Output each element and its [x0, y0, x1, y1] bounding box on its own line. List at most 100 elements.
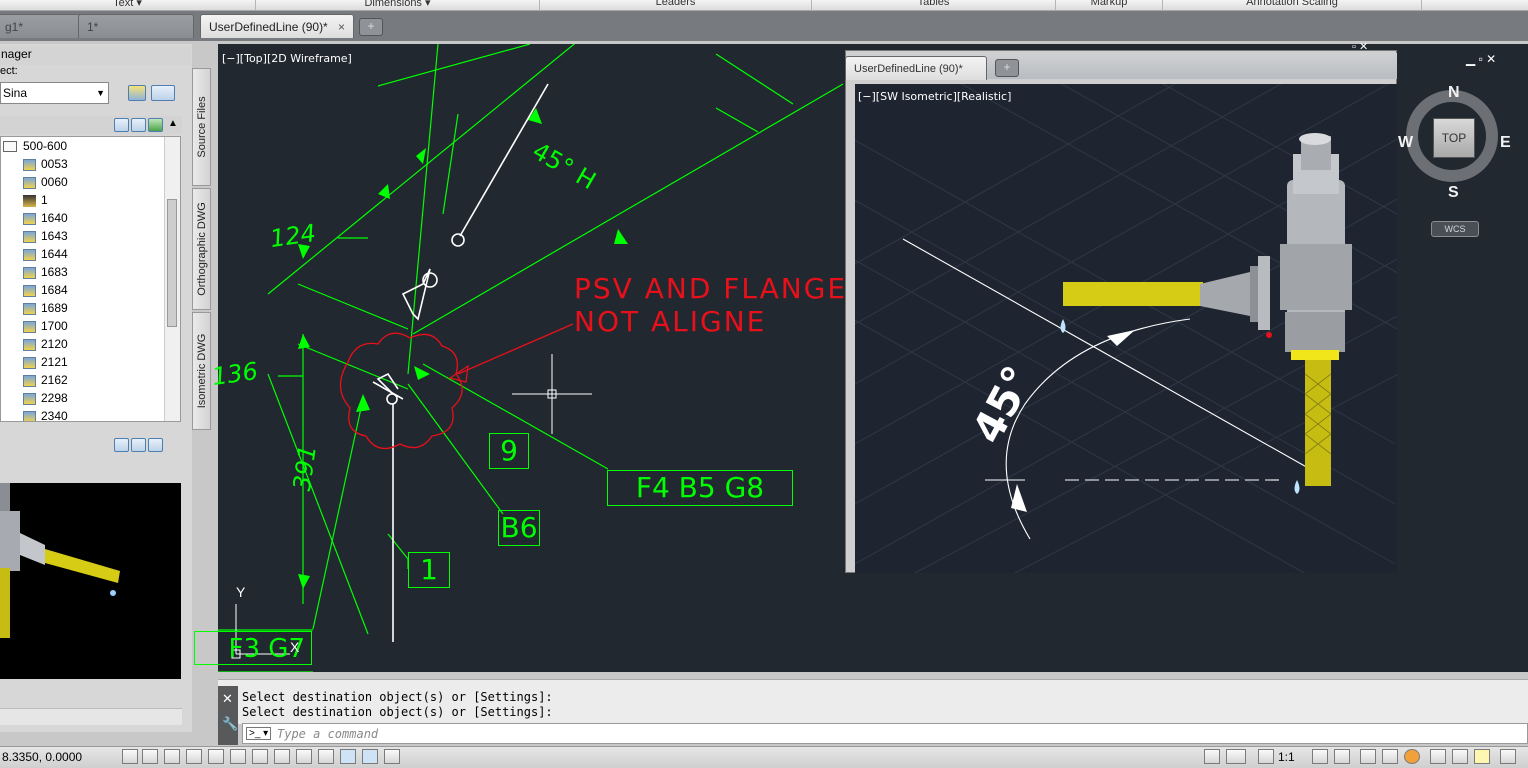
tree-item[interactable]: 1	[23, 191, 48, 209]
annotation-visibility-icon[interactable]	[1312, 749, 1328, 764]
preview-zoom-icon[interactable]	[131, 438, 146, 452]
lightbulb-icon[interactable]	[1474, 749, 1490, 764]
scrollbar-thumb[interactable]	[167, 199, 177, 327]
osnap-icon[interactable]	[230, 749, 246, 764]
dyn-icon[interactable]	[318, 749, 334, 764]
tree-item[interactable]: 1644	[23, 245, 68, 263]
quick-properties-icon[interactable]	[384, 749, 400, 764]
annotation-scale-icon[interactable]	[1258, 749, 1274, 764]
wrench-icon[interactable]: 🔧	[222, 716, 238, 732]
iso-file-tab[interactable]: UserDefinedLine (90)*	[845, 56, 987, 80]
tree-item[interactable]: 1683	[23, 263, 68, 281]
transparency-icon[interactable]	[362, 749, 378, 764]
project-tools-icon[interactable]	[151, 85, 175, 101]
preview-hscrollbar[interactable]	[0, 708, 182, 725]
tree-item[interactable]: 1689	[23, 299, 68, 317]
ribbon-panel-text[interactable]: Text ▾	[0, 0, 256, 10]
model-icon[interactable]	[1204, 749, 1220, 764]
ribbon-panel-annotation-scaling[interactable]: Annotation Scaling	[1163, 0, 1422, 10]
compass-s[interactable]: S	[1448, 184, 1459, 202]
tag-box-f4-b5-g8[interactable]: F4 B5 G8	[607, 470, 793, 506]
markup-text[interactable]: PSV AND FLANGE NOT ALIGNE	[574, 272, 847, 338]
preview-mode-icon[interactable]	[114, 438, 129, 452]
tree-item[interactable]: 2120	[23, 335, 68, 353]
annotation-scale-value[interactable]: 1:1	[1278, 750, 1295, 764]
command-line-handle[interactable]: ✕ 🔧	[218, 686, 238, 745]
tree-item-label: 1684	[41, 283, 68, 297]
side-tab-label: Isometric DWG	[195, 333, 208, 409]
close-tab-icon[interactable]: ×	[338, 15, 345, 39]
tag-box-b6[interactable]: B6	[498, 510, 540, 546]
layout-icon[interactable]	[1226, 749, 1246, 764]
tree-scrollbar[interactable]	[164, 137, 180, 421]
compass-e[interactable]: E	[1500, 134, 1511, 152]
side-tab-label: Source Files	[195, 96, 208, 158]
open-project-icon[interactable]	[128, 85, 146, 101]
details-icon[interactable]	[131, 118, 146, 132]
tree-item[interactable]: 0060	[23, 173, 68, 191]
tree-item[interactable]: 1643	[23, 227, 68, 245]
tree-item[interactable]: 2162	[23, 371, 68, 389]
wcs-menu[interactable]: WCS	[1431, 221, 1479, 237]
coordinate-readout[interactable]: 8.3350, 0.0000	[2, 750, 82, 764]
tree-item[interactable]: 1700	[23, 317, 68, 335]
drawing-file-icon	[23, 374, 36, 387]
compass-n[interactable]: N	[1448, 84, 1460, 102]
tree-item[interactable]: 0053	[23, 155, 68, 173]
grid-icon[interactable]	[164, 749, 180, 764]
viewcube[interactable]: TOP N S E W	[1398, 82, 1511, 201]
otrack-icon[interactable]	[274, 749, 290, 764]
tree-item-label: 2121	[41, 355, 68, 369]
tag-box-9[interactable]: 9	[489, 433, 529, 469]
compass-w[interactable]: W	[1398, 134, 1413, 152]
snap-icon[interactable]	[142, 749, 158, 764]
isolate-objects-icon[interactable]	[1430, 749, 1446, 764]
tree-folder[interactable]: 500-600	[3, 137, 67, 155]
tree-item-label: 1	[41, 193, 48, 207]
tag-box-1[interactable]: 1	[408, 552, 450, 588]
new-tab-button[interactable]: +	[995, 59, 1019, 77]
polar-icon[interactable]	[208, 749, 224, 764]
workspace-gear-icon[interactable]	[1360, 749, 1376, 764]
iso-geometry	[855, 84, 1397, 573]
close-icon[interactable]: ✕	[222, 691, 233, 707]
autoscale-icon[interactable]	[1334, 749, 1350, 764]
ribbon-panel-leaders[interactable]: Leaders	[540, 0, 812, 10]
refresh-icon[interactable]	[114, 118, 129, 132]
tab-isometric-dwg[interactable]: Isometric DWG	[192, 312, 211, 430]
tree-item[interactable]: 1640	[23, 209, 68, 227]
lock-icon[interactable]	[1382, 749, 1398, 764]
ribbon-panel-markup[interactable]: Markup	[1056, 0, 1163, 10]
collapse-icon[interactable]: ▲	[168, 118, 178, 129]
ribbon-panel-tables[interactable]: Tables	[812, 0, 1056, 10]
hardware-acceleration-icon[interactable]	[1404, 749, 1420, 764]
ortho-icon[interactable]	[186, 749, 202, 764]
lineweight-icon[interactable]	[340, 749, 356, 764]
clean-screen-icon[interactable]	[1452, 749, 1468, 764]
isometric-viewport[interactable]: [−][SW Isometric][Realistic] 45°	[855, 84, 1397, 573]
tree-item[interactable]: 2340	[23, 407, 68, 421]
ribbon-panel-label: Text ▾	[113, 0, 142, 9]
infer-constraints-icon[interactable]	[122, 749, 138, 764]
sync-icon[interactable]	[148, 118, 163, 132]
file-tab[interactable]: g1*	[0, 14, 88, 38]
tree-item[interactable]: 2121	[23, 353, 68, 371]
fullscreen-icon[interactable]	[1500, 749, 1516, 764]
file-tab[interactable]: 1*	[78, 14, 194, 38]
preview-close-icon[interactable]	[148, 438, 163, 452]
command-input[interactable]: >_ ▾ Type a command	[242, 723, 1528, 744]
viewport-label[interactable]: [−][SW Isometric][Realistic]	[858, 90, 1011, 103]
tab-source-files[interactable]: Source Files	[192, 68, 211, 186]
tree-item[interactable]: 1684	[23, 281, 68, 299]
new-tab-button[interactable]: +	[359, 18, 383, 36]
3d-osnap-icon[interactable]	[252, 749, 268, 764]
window-controls[interactable]: ▁ ▫ ✕	[1466, 52, 1496, 66]
ribbon-panel-dimensions[interactable]: Dimensions ▾	[256, 0, 540, 10]
tab-orthographic-dwg[interactable]: Orthographic DWG	[192, 188, 211, 310]
file-tab-active[interactable]: UserDefinedLine (90)* ×	[200, 14, 354, 38]
ducs-icon[interactable]	[296, 749, 312, 764]
command-prompt-icon[interactable]: >_ ▾	[246, 727, 272, 740]
viewcube-top-face[interactable]: TOP	[1433, 118, 1475, 158]
tree-item[interactable]: 2298	[23, 389, 68, 407]
project-select[interactable]: Sina ▼	[0, 82, 109, 104]
